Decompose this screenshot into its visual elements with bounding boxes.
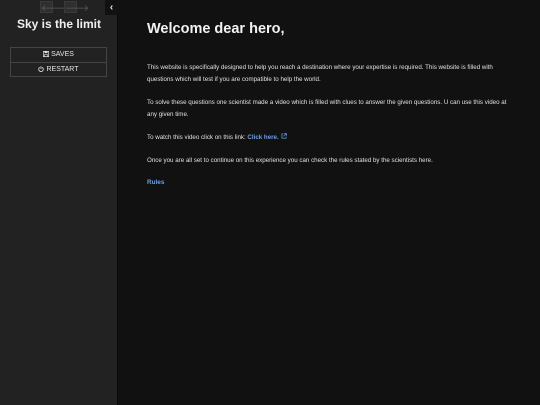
chevron-left-icon: ‹ bbox=[109, 2, 114, 13]
saves-button[interactable]: SAVES bbox=[11, 48, 106, 62]
rules-link[interactable]: Rules bbox=[147, 179, 164, 186]
arrow-left-icon: 🡐 bbox=[41, 3, 66, 13]
video-link-paragraph: To watch this video click on this link: … bbox=[147, 132, 517, 145]
arrow-right-icon: 🡒 bbox=[65, 3, 90, 13]
history-forward-button[interactable]: 🡒 bbox=[64, 1, 89, 13]
history-controls: 🡐 🡒 ‹ bbox=[0, 0, 118, 15]
saves-label: SAVES bbox=[51, 51, 74, 58]
story-title: Sky is the limit bbox=[16, 17, 102, 31]
floppy-icon bbox=[43, 48, 50, 62]
video-link-prefix: To watch this video click on this link: bbox=[147, 134, 248, 141]
story-menu: SAVES RESTART bbox=[10, 47, 107, 77]
power-icon bbox=[38, 63, 45, 77]
external-link-icon bbox=[281, 133, 287, 145]
restart-label: RESTART bbox=[46, 66, 79, 73]
app-window: 🡐 🡒 ‹ Sky is the limit SAVES RESTART Wel… bbox=[0, 0, 540, 405]
page-title: Welcome dear hero, bbox=[147, 21, 285, 37]
intro-paragraph: This website is specifically designed to… bbox=[147, 64, 493, 83]
video-paragraph: To solve these questions one scientist m… bbox=[147, 99, 507, 118]
rules-paragraph: Once you are all set to continue on this… bbox=[147, 157, 433, 164]
history-back-button[interactable]: 🡐 bbox=[40, 1, 65, 13]
restart-button[interactable]: RESTART bbox=[11, 62, 106, 76]
sidebar-collapse-button[interactable]: ‹ bbox=[105, 0, 118, 15]
video-link[interactable]: Click here. bbox=[247, 134, 278, 141]
sidebar: 🡐 🡒 ‹ Sky is the limit SAVES RESTART bbox=[0, 0, 118, 405]
